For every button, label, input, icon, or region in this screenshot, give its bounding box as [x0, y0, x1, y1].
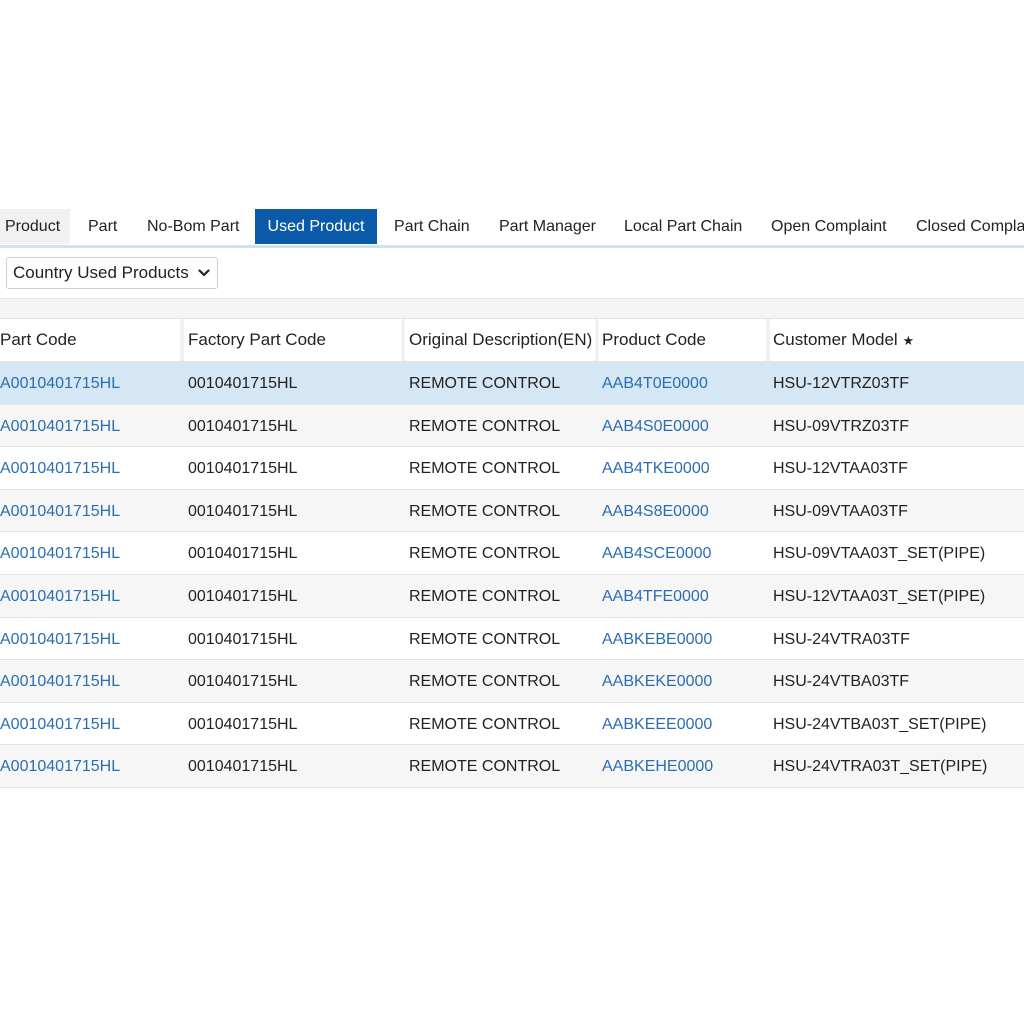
customer-model-label: Customer Model [773, 330, 898, 349]
product-code-link[interactable]: AAB4TFE0000 [602, 575, 709, 617]
description-cell: REMOTE CONTROL [409, 758, 561, 776]
part-code-link[interactable]: A0010401715HL [0, 618, 120, 660]
description-cell: REMOTE CONTROL [409, 417, 561, 435]
description-cell: REMOTE CONTROL [409, 545, 561, 563]
customer-model-cell: HSU-24VTRA03T_SET(PIPE) [773, 758, 988, 776]
description-cell: REMOTE CONTROL [409, 502, 561, 520]
customer-model-cell: HSU-09VTAA03T_SET(PIPE) [773, 545, 986, 563]
chevron-down-icon [198, 269, 210, 277]
part-code-link[interactable]: A0010401715HL [0, 490, 120, 532]
factory-part-code-cell: 0010401715HL [188, 545, 298, 563]
column-divider[interactable] [180, 319, 184, 361]
tab-product[interactable]: Product [0, 209, 70, 244]
filter-row: Country Used Products [0, 248, 1024, 298]
tab-part-chain[interactable]: Part Chain [394, 209, 470, 244]
customer-model-cell: HSU-09VTRZ03TF [773, 417, 910, 435]
tab-bar: Product Part No-Bom Part Used Product Pa… [0, 209, 1024, 244]
table-row[interactable]: A0010401715HL 0010401715HL REMOTE CONTROL A… [0, 617, 1024, 661]
table-row[interactable]: A0010401715HL 0010401715HL REMOTE CONTROL A… [0, 532, 1024, 575]
table-row[interactable]: A0010401715HL 0010401715HL REMOTE CONTROL A… [0, 660, 1024, 703]
part-code-link[interactable]: A0010401715HL [0, 660, 120, 702]
description-cell: REMOTE CONTROL [409, 630, 561, 648]
column-header-factory-part-code[interactable]: Factory Part Code [188, 319, 326, 361]
column-divider[interactable] [401, 319, 405, 361]
tab-local-part-chain[interactable]: Local Part Chain [624, 209, 742, 244]
factory-part-code-cell: 0010401715HL [188, 460, 298, 478]
factory-part-code-cell: 0010401715HL [188, 417, 298, 435]
column-header-part-code[interactable]: Part Code [0, 319, 77, 361]
table-row[interactable]: A0010401715HL 0010401715HL REMOTE CONTROL A… [0, 447, 1024, 490]
customer-model-cell: HSU-24VTBA03T_SET(PIPE) [773, 715, 987, 733]
product-code-link[interactable]: AABKEHE0000 [602, 745, 713, 787]
description-cell: REMOTE CONTROL [409, 375, 561, 392]
part-code-link[interactable]: A0010401715HL [0, 405, 120, 447]
table-row[interactable]: A0010401715HL 0010401715HL REMOTE CONTROL A… [0, 745, 1024, 788]
table-header: Part Code Factory Part Code Original Des… [0, 318, 1024, 362]
page: Product Part No-Bom Part Used Product Pa… [0, 0, 1024, 1024]
table-body: A0010401715HL 0010401715HL REMOTE CONTROL A… [0, 362, 1024, 788]
product-code-link[interactable]: AAB4T0E0000 [602, 362, 708, 404]
column-header-product-code[interactable]: Product Code [602, 319, 706, 361]
part-code-link[interactable]: A0010401715HL [0, 575, 120, 617]
tab-part[interactable]: Part [88, 209, 117, 244]
product-code-link[interactable]: AAB4SCE0000 [602, 532, 711, 574]
factory-part-code-cell: 0010401715HL [188, 758, 298, 776]
select-value: Country Used Products [13, 263, 189, 282]
factory-part-code-cell: 0010401715HL [188, 673, 298, 691]
customer-model-cell: HSU-09VTAA03TF [773, 502, 908, 520]
product-code-link[interactable]: AAB4TKE0000 [602, 447, 710, 489]
factory-part-code-cell: 0010401715HL [188, 375, 298, 392]
factory-part-code-cell: 0010401715HL [188, 715, 298, 733]
factory-part-code-cell: 0010401715HL [188, 587, 298, 605]
table-row[interactable]: A0010401715HL 0010401715HL REMOTE CONTROL A… [0, 404, 1024, 448]
part-code-link[interactable]: A0010401715HL [0, 447, 120, 489]
factory-part-code-cell: 0010401715HL [188, 502, 298, 520]
star-icon: ★ [902, 333, 915, 348]
used-products-select[interactable]: Country Used Products [6, 257, 218, 289]
product-code-link[interactable]: AABKEKE0000 [602, 660, 712, 702]
description-cell: REMOTE CONTROL [409, 587, 561, 605]
product-code-link[interactable]: AAB4S0E0000 [602, 405, 709, 447]
customer-model-cell: HSU-24VTBA03TF [773, 673, 910, 691]
product-code-link[interactable]: AAB4S8E0000 [602, 490, 709, 532]
customer-model-cell: HSU-12VTAA03T_SET(PIPE) [773, 587, 986, 605]
table-row[interactable]: A0010401715HL 0010401715HL REMOTE CONTROL A… [0, 702, 1024, 746]
column-divider[interactable] [595, 319, 599, 361]
tab-closed-complaint[interactable]: Closed Complaint [916, 209, 1024, 244]
column-header-original-description[interactable]: Original Description(EN) [409, 319, 592, 361]
description-cell: REMOTE CONTROL [409, 460, 561, 478]
part-code-link[interactable]: A0010401715HL [0, 362, 120, 404]
description-cell: REMOTE CONTROL [409, 715, 561, 733]
product-code-link[interactable]: AABKEBE0000 [602, 618, 712, 660]
table-row[interactable]: A0010401715HL 0010401715HL REMOTE CONTROL A… [0, 362, 1024, 405]
table-row[interactable]: A0010401715HL 0010401715HL REMOTE CONTROL A… [0, 489, 1024, 533]
tab-part-manager[interactable]: Part Manager [499, 209, 596, 244]
tab-open-complaint[interactable]: Open Complaint [771, 209, 887, 244]
toolbar-gap [0, 298, 1024, 319]
part-code-link[interactable]: A0010401715HL [0, 745, 120, 787]
tab-no-bom-part[interactable]: No-Bom Part [147, 209, 239, 244]
customer-model-cell: HSU-24VTRA03TF [773, 630, 910, 648]
product-code-link[interactable]: AABKEEE0000 [602, 703, 712, 745]
customer-model-cell: HSU-12VTRZ03TF [773, 375, 910, 392]
column-divider[interactable] [766, 319, 770, 361]
tab-used-product[interactable]: Used Product [255, 209, 377, 244]
part-code-link[interactable]: A0010401715HL [0, 532, 120, 574]
customer-model-cell: HSU-12VTAA03TF [773, 460, 908, 478]
column-header-customer-model[interactable]: Customer Model ★ [773, 319, 914, 361]
factory-part-code-cell: 0010401715HL [188, 630, 298, 648]
part-code-link[interactable]: A0010401715HL [0, 703, 120, 745]
used-products-table: Part Code Factory Part Code Original Des… [0, 318, 1024, 788]
table-row[interactable]: A0010401715HL 0010401715HL REMOTE CONTROL A… [0, 574, 1024, 618]
description-cell: REMOTE CONTROL [409, 673, 561, 691]
